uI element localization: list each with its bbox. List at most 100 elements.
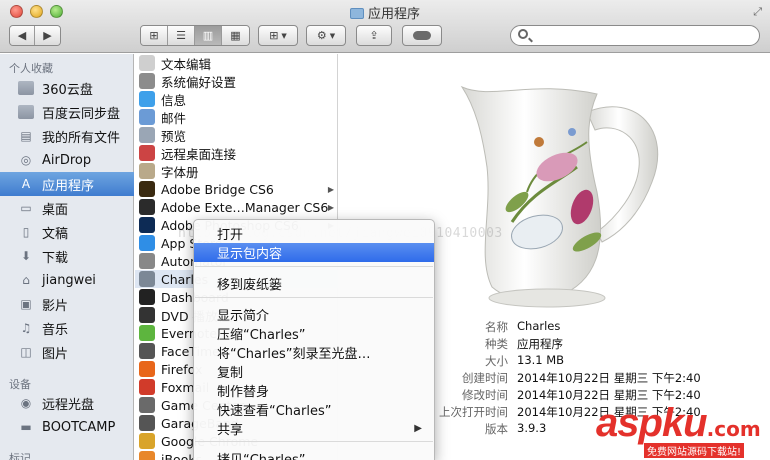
file-row[interactable]: Adobe Exte…Manager CS6 ▶: [135, 198, 338, 216]
column-view-button[interactable]: ▥: [195, 26, 222, 45]
app-icon: [139, 163, 155, 179]
app-icon: [139, 343, 155, 359]
menu-item-label: 共享: [217, 423, 244, 438]
sidebar-item-label: 下载: [42, 250, 69, 266]
context-menu-item[interactable]: 复制: [194, 362, 434, 381]
sidebar-item-4[interactable]: A 应用程序: [0, 172, 134, 196]
forward-button[interactable]: ▶: [35, 26, 60, 45]
sidebar-item-8[interactable]: ⌂ jiangwei: [0, 268, 134, 292]
pictures-icon: ◫: [20, 345, 32, 359]
info-key: 种类: [485, 337, 508, 351]
file-name: 系统偏好设置: [161, 74, 237, 90]
file-row[interactable]: 系统偏好设置: [135, 72, 338, 90]
file-row[interactable]: 字体册: [135, 162, 338, 180]
sidebar-item-label: 影片: [42, 298, 69, 314]
sidebar-item-10[interactable]: ♫ 音乐: [0, 316, 134, 340]
context-menu-item[interactable]: 制作替身: [194, 381, 434, 400]
app-icon: [139, 127, 155, 143]
context-menu-item[interactable]: 移到废纸篓: [194, 274, 434, 293]
sidebar-item-7[interactable]: ⬇ 下载: [0, 244, 134, 268]
all-files-icon: ▤: [20, 129, 32, 143]
context-menu-item[interactable]: 显示包内容: [194, 243, 434, 262]
app-icon: [139, 199, 155, 215]
sidebar-item-1[interactable]: 百度云同步盘: [0, 100, 134, 124]
app-icon: [139, 307, 155, 323]
sidebar-item-2[interactable]: ▤ 我的所有文件: [0, 124, 134, 148]
app-icon: [139, 325, 155, 341]
sidebar-device-1[interactable]: ▬ BOOTCAMP: [0, 415, 134, 439]
context-menu-item[interactable]: 拷贝“Charles”: [194, 449, 434, 460]
sidebar-item-5[interactable]: ▭ 桌面: [0, 196, 134, 220]
context-menu-item[interactable]: 压缩“Charles”: [194, 324, 434, 343]
icon-view-button[interactable]: ⊞: [141, 26, 168, 45]
file-name: 文本编辑: [161, 56, 212, 72]
sidebar-device-0[interactable]: ◉ 远程光盘: [0, 391, 134, 415]
menu-item-label: 压缩“Charles”: [217, 328, 306, 343]
file-name: 信息: [161, 92, 187, 108]
share-icon: ⇪: [369, 29, 379, 42]
context-menu-item[interactable]: 显示简介: [194, 305, 434, 324]
list-view-button[interactable]: ☰: [168, 26, 195, 45]
sidebar-item-label: 应用程序: [42, 178, 95, 194]
file-row[interactable]: 远程桌面连接: [135, 144, 338, 162]
fullscreen-icon[interactable]: ⤢: [753, 5, 762, 19]
chevron-down-icon: ▼: [281, 31, 287, 40]
app-icon: [139, 235, 155, 251]
file-name: 远程桌面连接: [161, 146, 237, 162]
search-icon: [518, 29, 528, 39]
app-icon: [139, 451, 155, 460]
arrange-button[interactable]: ⊞ ▼: [258, 25, 298, 46]
sidebar-item-6[interactable]: ▯ 文稿: [0, 220, 134, 244]
movies-icon: ▣: [20, 297, 32, 311]
menu-separator: [195, 266, 433, 267]
sidebar-item-label: jiangwei: [42, 272, 96, 288]
info-value: 应用程序: [517, 337, 563, 351]
gear-icon: ⚙: [316, 29, 327, 42]
file-row[interactable]: Adobe Bridge CS6 ▶: [135, 180, 338, 198]
folder-icon: [18, 81, 34, 95]
app-icon: [139, 271, 155, 287]
submenu-arrow-icon: ▶: [414, 423, 422, 434]
menu-item-label: 制作替身: [217, 385, 270, 400]
app-icon: [139, 73, 155, 89]
app-icon: [139, 433, 155, 449]
file-row[interactable]: 邮件: [135, 108, 338, 126]
share-button[interactable]: ⇪: [356, 25, 392, 46]
menu-item-label: 打开: [217, 228, 244, 243]
folder-icon: [349, 8, 364, 19]
context-menu-item[interactable]: 共享 ▶: [194, 419, 434, 438]
back-button[interactable]: ◀: [10, 26, 36, 45]
sidebar-item-label: 百度云同步盘: [42, 106, 121, 122]
tags-toggle-button[interactable]: [402, 25, 442, 46]
search-input[interactable]: [510, 25, 760, 46]
sidebar-item-9[interactable]: ▣ 影片: [0, 292, 134, 316]
devices-header: 设备: [9, 378, 31, 391]
chevron-down-icon: ▼: [329, 31, 336, 40]
app-icon: [139, 361, 155, 377]
file-row[interactable]: 文本编辑: [135, 54, 338, 72]
file-name: 邮件: [161, 110, 187, 126]
sidebar-item-0[interactable]: 360云盘: [0, 76, 134, 100]
coverflow-view-button[interactable]: ▦: [222, 26, 249, 45]
context-menu-item[interactable]: 快速查看“Charles”: [194, 400, 434, 419]
app-icon-preview: [460, 85, 659, 308]
back-forward-buttons: ◀ ▶: [9, 25, 61, 46]
file-name: Adobe Bridge CS6: [161, 181, 274, 197]
context-menu-item[interactable]: 将“Charles”刻录至光盘…: [194, 343, 434, 362]
context-menu-item[interactable]: 打开: [194, 224, 434, 243]
info-key: 版本: [485, 422, 508, 436]
sidebar-item-11[interactable]: ◫ 图片: [0, 340, 134, 364]
sidebar-device-label: 远程光盘: [42, 397, 95, 413]
file-name: 预览: [161, 128, 187, 144]
sidebar: 个人收藏 360云盘 百度云同步盘 ▤ 我的所有文件 ◎ AirDrop A 应用程序 ▭ 桌面 ▯…: [0, 54, 134, 460]
music-icon: ♫: [20, 321, 32, 335]
folder-icon: [18, 105, 34, 119]
menu-separator: [195, 441, 433, 442]
action-button[interactable]: ⚙ ▼: [306, 25, 346, 46]
file-row[interactable]: 信息: [135, 90, 338, 108]
menu-item-label: 拷贝“Charles”: [217, 449, 305, 460]
sidebar-item-label: AirDrop: [42, 152, 92, 168]
sidebar-item-3[interactable]: ◎ AirDrop: [0, 148, 134, 172]
file-row[interactable]: 预览: [135, 126, 338, 144]
remote-disc-icon: ◉: [20, 396, 32, 410]
